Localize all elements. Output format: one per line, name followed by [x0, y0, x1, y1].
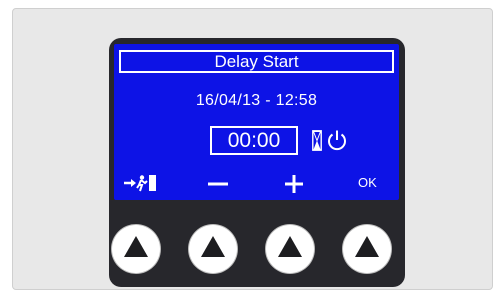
softkey-button-3[interactable] — [266, 225, 314, 273]
plus-icon[interactable] — [284, 175, 304, 193]
up-arrow-icon — [278, 236, 302, 257]
ok-softkey[interactable]: OK — [358, 174, 377, 192]
up-arrow-icon — [201, 236, 225, 257]
exit-arrow-icon[interactable] — [123, 174, 163, 192]
lcd-screen: Delay Start 16/04/13 - 12:58 00:00 OK — [114, 44, 399, 200]
delay-time-field[interactable]: 00:00 — [210, 126, 298, 155]
minus-icon[interactable] — [207, 175, 229, 193]
softkey-button-1[interactable] — [112, 225, 160, 273]
hourglass-icon — [312, 130, 322, 151]
screen-title: Delay Start — [119, 50, 394, 73]
softkey-button-4[interactable] — [343, 225, 391, 273]
date-time: 16/04/13 - 12:58 — [195, 92, 318, 109]
power-icon — [328, 130, 346, 151]
softkey-button-2[interactable] — [189, 225, 237, 273]
up-arrow-icon — [124, 236, 148, 257]
up-arrow-icon — [355, 236, 379, 257]
